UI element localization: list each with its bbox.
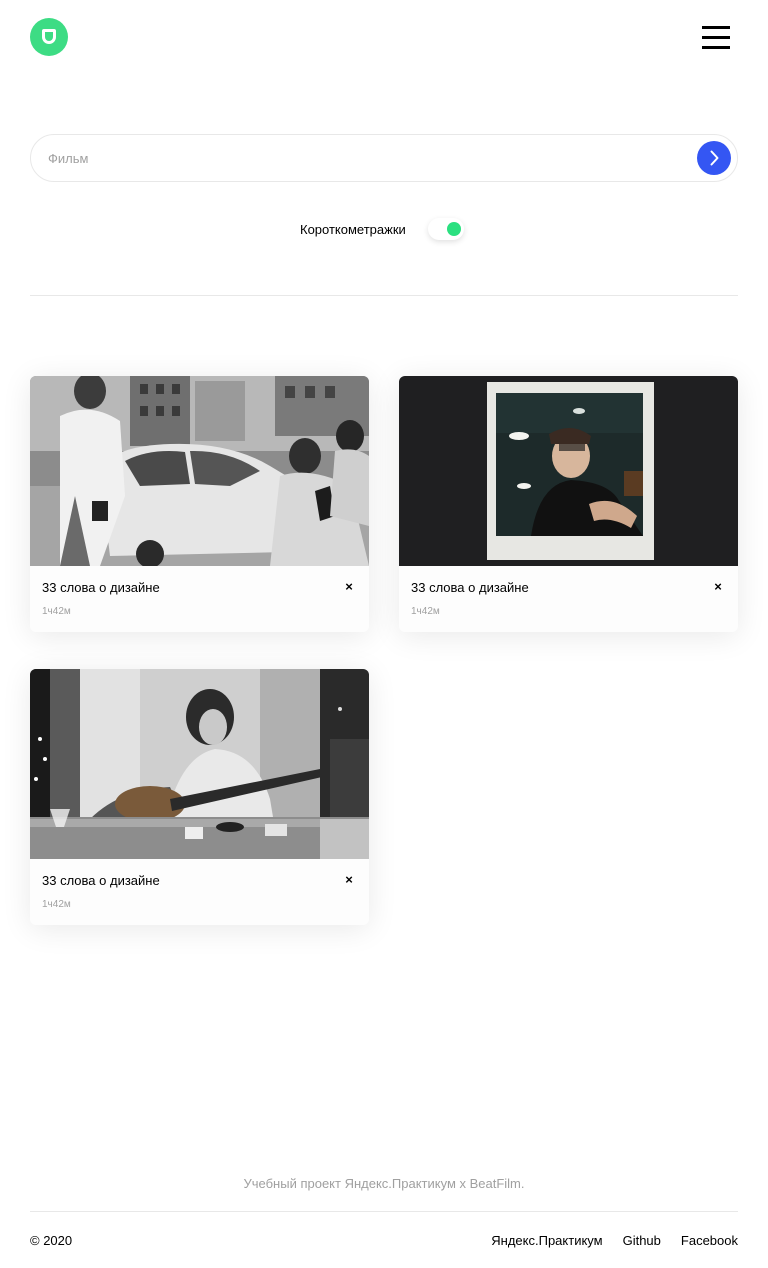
footer-divider: [30, 1211, 738, 1212]
search-form: [30, 134, 738, 182]
movie-card[interactable]: 33 слова о дизайне × 1ч42м: [30, 376, 369, 632]
movie-title: 33 слова о дизайне: [42, 873, 160, 888]
search-divider: [30, 295, 738, 296]
short-films-filter: Короткометражки: [0, 214, 768, 244]
movie-card[interactable]: 33 слова о дизайне × 1ч42м: [399, 376, 738, 632]
logo-shield-shape: [42, 29, 56, 44]
burger-menu-icon[interactable]: [700, 24, 732, 52]
footer-link-github[interactable]: Github: [623, 1233, 661, 1248]
footer-links: Яндекс.Практикум Github Facebook: [491, 1233, 738, 1248]
movie-thumbnail[interactable]: [399, 376, 738, 566]
movie-duration: 1ч42м: [411, 606, 440, 617]
delete-movie-button[interactable]: ×: [709, 578, 727, 596]
movie-title: 33 слова о дизайне: [411, 580, 529, 595]
chevron-right-icon: [710, 150, 719, 166]
movie-thumbnail[interactable]: [30, 669, 369, 859]
search-input[interactable]: [48, 135, 688, 181]
footer-link-yandex-practicum[interactable]: Яндекс.Практикум: [491, 1233, 602, 1248]
short-films-toggle[interactable]: [428, 218, 464, 240]
movie-title: 33 слова о дизайне: [42, 580, 160, 595]
copyright: © 2020: [30, 1233, 73, 1248]
toggle-knob: [447, 222, 461, 236]
footer-link-facebook[interactable]: Facebook: [681, 1233, 738, 1248]
movie-thumbnail[interactable]: [30, 376, 369, 566]
logo-icon[interactable]: [30, 18, 68, 56]
movie-duration: 1ч42м: [42, 899, 71, 910]
footer-note: Учебный проект Яндекс.Практикум х BeatFi…: [243, 1176, 525, 1191]
delete-movie-button[interactable]: ×: [340, 578, 358, 596]
delete-movie-button[interactable]: ×: [340, 871, 358, 889]
movie-card[interactable]: 33 слова о дизайне × 1ч42м: [30, 669, 369, 925]
movie-duration: 1ч42м: [42, 606, 71, 617]
short-films-label: Короткометражки: [300, 222, 406, 237]
search-submit-button[interactable]: [697, 141, 731, 175]
